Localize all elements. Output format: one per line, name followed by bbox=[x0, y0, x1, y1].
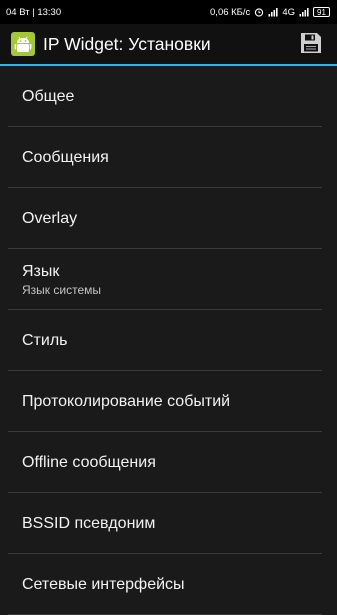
status-date-time: 04 Вт | 13:30 bbox=[6, 6, 62, 18]
status-indicators: 0,06 КБ/с 4G 91 bbox=[210, 7, 330, 18]
pref-offline-messages[interactable]: Offline сообщения bbox=[0, 432, 337, 493]
signal-icon bbox=[268, 7, 278, 17]
pref-title: Overlay bbox=[22, 209, 78, 227]
action-bar: IP Widget: Установки bbox=[0, 24, 337, 66]
save-button[interactable] bbox=[299, 32, 323, 59]
signal-icon bbox=[299, 7, 309, 17]
pref-general[interactable]: Общее bbox=[0, 66, 337, 127]
pref-title: Offline сообщения bbox=[22, 453, 156, 471]
pref-messages[interactable]: Сообщения bbox=[0, 127, 337, 188]
android-robot-icon[interactable] bbox=[10, 31, 36, 57]
status-bar: 04 Вт | 13:30 0,06 КБ/с 4G 91 bbox=[0, 0, 337, 24]
battery-level: 91 bbox=[317, 7, 326, 17]
pref-language[interactable]: Язык Язык системы bbox=[0, 249, 337, 310]
network-type-label: 4G bbox=[282, 6, 295, 18]
pref-title: BSSID псевдоним bbox=[22, 514, 156, 532]
pref-bssid-alias[interactable]: BSSID псевдоним bbox=[0, 493, 337, 554]
pref-event-logging[interactable]: Протоколирование событий bbox=[0, 371, 337, 432]
preference-list: Общее Сообщения Overlay Язык Язык систем… bbox=[0, 66, 337, 615]
pref-title: Стиль bbox=[22, 331, 68, 349]
pref-title: Язык bbox=[22, 262, 60, 280]
network-speed: 0,06 КБ/с bbox=[210, 6, 251, 18]
pref-title: Сетевые интерфейсы bbox=[22, 575, 185, 593]
floppy-disk-icon bbox=[300, 32, 322, 59]
battery-icon: 91 bbox=[313, 7, 330, 17]
pref-overlay[interactable]: Overlay bbox=[0, 188, 337, 249]
pref-title: Протоколирование событий bbox=[22, 392, 231, 410]
alarm-icon bbox=[254, 7, 264, 17]
pref-network-interfaces[interactable]: Сетевые интерфейсы bbox=[0, 554, 337, 615]
pref-summary: Язык системы bbox=[22, 282, 101, 297]
pref-title: Сообщения bbox=[22, 148, 109, 166]
pref-title: Общее bbox=[22, 87, 75, 105]
pref-style[interactable]: Стиль bbox=[0, 310, 337, 371]
page-title: IP Widget: Установки bbox=[43, 33, 211, 54]
